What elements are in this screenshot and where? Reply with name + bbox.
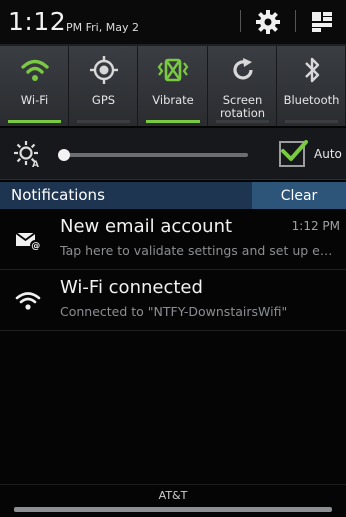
brightness-slider-handle[interactable]	[58, 149, 70, 161]
notification-item[interactable]: Wi-Fi connected Connected to "NTFY-Downs…	[0, 271, 346, 331]
notification-panel-icon	[312, 12, 332, 32]
notification-panel: 1:12 PM Fri, May 2 Wi-Fi GPS Vibrate Scr…	[0, 0, 346, 517]
divider	[295, 10, 296, 32]
rotation-icon	[232, 58, 253, 80]
vibrate-icon	[157, 58, 189, 82]
clock: 1:12	[8, 7, 67, 36]
brightness-row: A Auto	[0, 128, 346, 180]
quick-setting-label: Vibrate	[152, 93, 194, 107]
quick-setting-label: GPS	[91, 93, 116, 107]
notification-item[interactable]: @ New email account 1:12 PM Tap here to …	[0, 210, 346, 270]
state-indicator	[77, 120, 130, 123]
date-label: PM Fri, May 2	[66, 21, 139, 34]
gps-icon	[89, 56, 118, 84]
auto-brightness-checkbox[interactable]	[279, 140, 308, 167]
brightness-slider[interactable]	[64, 153, 248, 157]
notifications-header: Notifications Clear	[0, 182, 346, 209]
notification-title: Wi-Fi connected	[60, 277, 203, 298]
status-header: 1:12 PM Fri, May 2	[0, 0, 346, 44]
notification-time: 1:12 PM	[291, 219, 340, 233]
quick-setting-label: Screen rotation	[219, 93, 266, 120]
settings-button[interactable]	[251, 6, 285, 38]
divider	[240, 10, 241, 32]
notification-text: Connected to "NTFY-DownstairsWifi"	[60, 304, 288, 319]
checkmark-icon	[281, 140, 308, 161]
carrier-label: AT&T	[0, 484, 346, 508]
clear-button[interactable]: Clear	[252, 182, 346, 209]
state-indicator	[216, 120, 269, 123]
quick-setting-label: Wi-Fi	[20, 93, 49, 107]
quick-setting-wifi[interactable]: Wi-Fi	[0, 46, 69, 126]
quick-setting-vibrate[interactable]: Vibrate	[138, 46, 208, 126]
state-indicator	[8, 120, 61, 123]
auto-brightness-label: Auto	[314, 147, 342, 161]
wifi-icon	[15, 292, 41, 310]
state-indicator	[285, 120, 338, 123]
notification-title: New email account	[60, 216, 233, 237]
state-indicator	[146, 120, 200, 123]
quick-setting-bluetooth[interactable]: Bluetooth	[277, 46, 346, 126]
quick-setting-screen-rotation[interactable]: Screen rotation	[208, 46, 277, 126]
quick-setting-label: Bluetooth	[283, 93, 340, 107]
notification-text: Tap here to validate settings and set up…	[60, 243, 342, 258]
email-icon: @	[15, 232, 40, 251]
notification-toggle-button[interactable]	[305, 6, 339, 38]
svg-text:A: A	[32, 160, 39, 168]
quick-setting-gps[interactable]: GPS	[69, 46, 138, 126]
bluetooth-icon	[304, 57, 319, 83]
quick-settings-panel: Wi-Fi GPS Vibrate Screen rotation Blueto…	[0, 44, 346, 126]
wifi-icon	[20, 59, 49, 81]
panel-drag-handle[interactable]	[14, 507, 332, 512]
svg-text:@: @	[31, 242, 40, 251]
gear-icon	[256, 10, 280, 34]
notifications-title: Notifications	[11, 186, 105, 204]
brightness-auto-icon: A	[14, 141, 39, 168]
